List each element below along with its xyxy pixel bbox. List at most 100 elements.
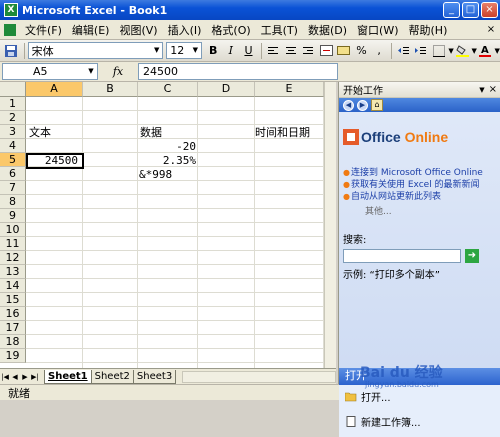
cell-area[interactable]: 文本 数据 时间和日期 -20 24500 2.35% &*998 — [26, 97, 324, 368]
font-name-select[interactable]: 宋体 ▼ — [27, 42, 164, 59]
percent-button[interactable]: % — [353, 42, 370, 60]
open-file-link[interactable]: 打开... — [345, 389, 494, 404]
row-header[interactable]: 18 — [0, 335, 26, 349]
maximize-button[interactable]: □ — [462, 2, 479, 18]
link-connect-online[interactable]: ● 连接到 Microsoft Office Online — [343, 168, 496, 178]
formula-input[interactable]: 24500 — [138, 63, 338, 80]
minimize-button[interactable]: _ — [443, 2, 460, 18]
underline-button[interactable]: U — [240, 42, 257, 60]
first-sheet-icon[interactable]: |◀ — [0, 373, 10, 381]
chevron-down-icon[interactable]: ▼ — [495, 47, 500, 55]
next-sheet-icon[interactable]: ▶ — [20, 373, 30, 381]
close-workbook-icon[interactable]: × — [485, 24, 497, 36]
comma-button[interactable]: , — [371, 42, 388, 60]
menu-help[interactable]: 帮助(H) — [404, 22, 453, 38]
column-header-a[interactable]: A — [26, 82, 83, 97]
prev-sheet-icon[interactable]: ◀ — [10, 373, 20, 381]
forward-icon[interactable]: ▶ — [357, 99, 368, 111]
row-header[interactable]: 3 — [0, 125, 26, 139]
sheet-tab-2[interactable]: Sheet2 — [90, 369, 134, 384]
cell-c4[interactable]: -20 — [176, 139, 196, 154]
row-header[interactable]: 10 — [0, 223, 26, 237]
align-right-icon[interactable] — [300, 42, 317, 60]
cell-c5[interactable]: 2.35% — [163, 153, 196, 168]
menu-tools[interactable]: 工具(T) — [256, 22, 303, 38]
formula-bar: A5 ▼ fx 24500 — [0, 62, 500, 82]
cell-a3[interactable]: 文本 — [29, 125, 51, 140]
search-go-icon[interactable]: ➜ — [465, 249, 479, 263]
chevron-down-icon[interactable]: ▼ — [479, 86, 484, 94]
menu-data[interactable]: 数据(D) — [303, 22, 352, 38]
new-workbook-link[interactable]: 新建工作簿... — [345, 414, 494, 429]
menu-insert[interactable]: 插入(I) — [163, 22, 207, 38]
select-all-corner[interactable] — [0, 82, 26, 97]
align-center-icon[interactable] — [282, 42, 299, 60]
increase-indent-icon[interactable] — [413, 42, 430, 60]
font-color-icon[interactable]: A — [477, 42, 494, 60]
row-header[interactable]: 9 — [0, 209, 26, 223]
chevron-down-icon[interactable]: ▼ — [190, 43, 201, 58]
vertical-scrollbar[interactable] — [324, 82, 336, 368]
row-header[interactable]: 14 — [0, 279, 26, 293]
last-sheet-icon[interactable]: ▶| — [30, 373, 40, 381]
cell-c6[interactable]: &*998 — [139, 167, 172, 182]
back-icon[interactable]: ◀ — [343, 99, 354, 111]
row-header[interactable]: 16 — [0, 307, 26, 321]
close-icon[interactable]: × — [489, 84, 497, 95]
row-header[interactable]: 15 — [0, 293, 26, 307]
workbook-icon[interactable] — [4, 23, 16, 36]
insert-function-icon[interactable]: fx — [98, 65, 138, 78]
align-left-icon[interactable] — [265, 42, 282, 60]
column-header-e[interactable]: E — [255, 82, 324, 97]
italic-button[interactable]: I — [222, 42, 239, 60]
link-auto-update[interactable]: ● 自动从网站更新此列表 — [343, 192, 496, 202]
cell-c3[interactable]: 数据 — [140, 125, 162, 140]
horizontal-scrollbar[interactable] — [182, 370, 336, 383]
decrease-indent-icon[interactable] — [395, 42, 412, 60]
column-header-c[interactable]: C — [138, 82, 198, 97]
font-size-select[interactable]: 12 ▼ — [166, 42, 202, 59]
name-box[interactable]: A5 ▼ — [2, 63, 98, 80]
save-icon[interactable] — [3, 42, 20, 60]
sheet-tab-1[interactable]: Sheet1 — [44, 369, 92, 384]
cell-e3[interactable]: 时间和日期 — [255, 125, 310, 140]
menu-format[interactable]: 格式(O) — [206, 22, 255, 38]
row-header[interactable]: 13 — [0, 265, 26, 279]
row-header[interactable]: 12 — [0, 251, 26, 265]
bold-button[interactable]: B — [205, 42, 222, 60]
search-input[interactable] — [343, 249, 461, 263]
row-header[interactable]: 1 — [0, 97, 26, 111]
logo-online-text: Online — [404, 129, 449, 145]
chevron-down-icon[interactable]: ▼ — [151, 43, 162, 58]
fill-color-icon[interactable] — [454, 42, 471, 60]
row-header[interactable]: 17 — [0, 321, 26, 335]
menu-view[interactable]: 视图(V) — [114, 22, 162, 38]
row-header[interactable]: 19 — [0, 349, 26, 363]
menu-file[interactable]: 文件(F) — [20, 22, 67, 38]
row-header[interactable]: 5 — [0, 153, 26, 167]
currency-icon[interactable] — [335, 42, 352, 60]
logo-office-text: Office — [361, 129, 401, 145]
row-header[interactable]: 8 — [0, 195, 26, 209]
menu-bar: 文件(F) 编辑(E) 视图(V) 插入(I) 格式(O) 工具(T) 数据(D… — [0, 20, 500, 40]
home-icon[interactable]: ⌂ — [371, 99, 383, 111]
column-header-d[interactable]: D — [198, 82, 255, 97]
row-header[interactable]: 11 — [0, 237, 26, 251]
row-header[interactable]: 6 — [0, 167, 26, 181]
task-pane-title: 开始工作 — [343, 86, 383, 97]
merge-center-icon[interactable] — [318, 42, 335, 60]
row-header[interactable]: 7 — [0, 181, 26, 195]
chevron-down-icon[interactable]: ▼ — [85, 64, 97, 79]
column-header-b[interactable]: B — [83, 82, 138, 97]
row-header[interactable]: 2 — [0, 111, 26, 125]
borders-icon[interactable] — [431, 42, 448, 60]
row-header[interactable]: 4 — [0, 139, 26, 153]
close-button[interactable]: × — [481, 2, 498, 18]
sheet-tab-3[interactable]: Sheet3 — [132, 369, 177, 384]
link-latest-news[interactable]: ● 获取有关使用 Excel 的最新新闻 — [343, 180, 496, 190]
menu-edit[interactable]: 编辑(E) — [67, 22, 115, 38]
more-link[interactable]: 其他... — [343, 204, 496, 217]
cell-a5[interactable]: 24500 — [45, 153, 78, 168]
task-pane-body: Office Online ● 连接到 Microsoft Office Onli… — [339, 112, 500, 368]
menu-window[interactable]: 窗口(W) — [352, 22, 403, 38]
